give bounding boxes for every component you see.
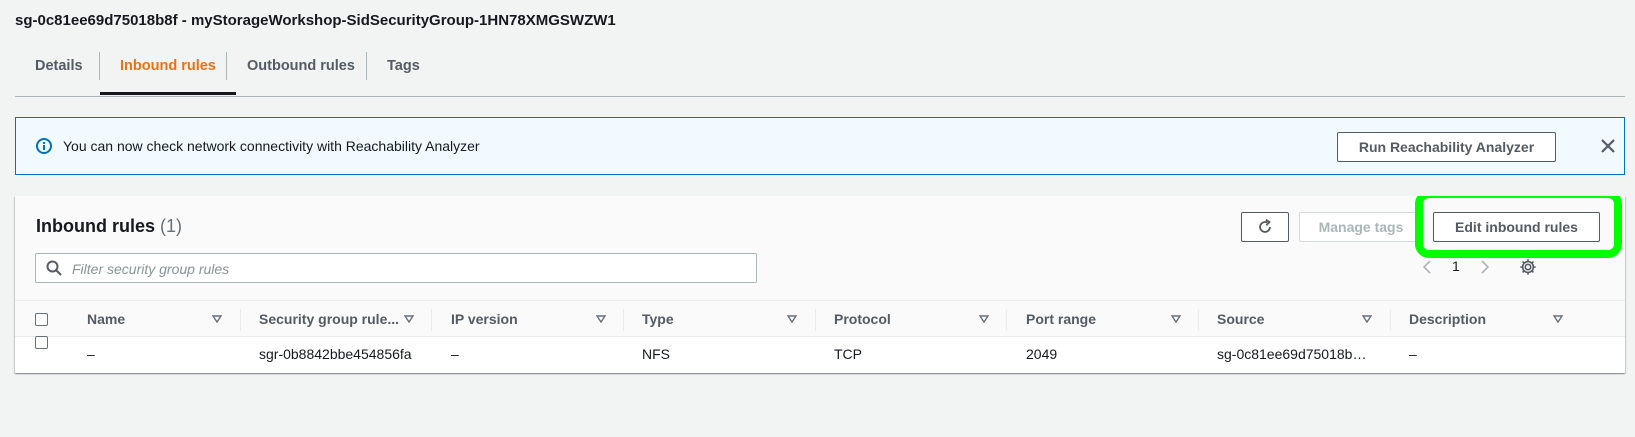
cell-protocol: TCP bbox=[834, 346, 862, 362]
run-reachability-analyzer-button[interactable]: Run Reachability Analyzer bbox=[1337, 132, 1556, 162]
sort-icon[interactable] bbox=[596, 315, 606, 323]
page-title: sg-0c81ee69d75018b8f - myStorageWorkshop… bbox=[15, 12, 616, 29]
tab-bar: Details Inbound rules Outbound rules Tag… bbox=[15, 50, 1625, 97]
gear-icon[interactable] bbox=[1519, 258, 1537, 276]
panel-title: Inbound rules (1) bbox=[36, 216, 182, 237]
column-header-type[interactable]: Type bbox=[642, 301, 674, 337]
refresh-icon bbox=[1259, 219, 1271, 233]
column-header-description[interactable]: Description bbox=[1409, 301, 1486, 337]
edit-inbound-rules-button[interactable]: Edit inbound rules bbox=[1433, 212, 1600, 242]
column-header-rule-id[interactable]: Security group rule... bbox=[259, 301, 399, 337]
tab-outbound-rules[interactable]: Outbound rules bbox=[227, 50, 375, 95]
column-divider bbox=[1006, 309, 1007, 331]
manage-tags-button[interactable]: Manage tags bbox=[1299, 212, 1423, 242]
cell-rule-id: sgr-0b8842bbe454856fa bbox=[259, 346, 412, 362]
column-divider bbox=[240, 309, 241, 331]
tab-details[interactable]: Details bbox=[15, 50, 103, 95]
sort-icon[interactable] bbox=[1553, 315, 1563, 323]
page-number[interactable]: 1 bbox=[1452, 258, 1460, 274]
filter-input[interactable] bbox=[70, 257, 744, 281]
info-banner: You can now check network connectivity w… bbox=[15, 117, 1625, 175]
sort-icon[interactable] bbox=[787, 315, 797, 323]
cell-ip-version: – bbox=[451, 346, 459, 362]
panel-title-text: Inbound rules bbox=[36, 216, 155, 236]
column-header-source[interactable]: Source bbox=[1217, 301, 1264, 337]
info-icon bbox=[36, 138, 52, 154]
row-checkbox[interactable] bbox=[35, 336, 48, 349]
rule-count: (1) bbox=[160, 216, 183, 236]
filter-box bbox=[35, 253, 757, 283]
banner-message: You can now check network connectivity w… bbox=[63, 138, 480, 154]
tab-inbound-rules[interactable]: Inbound rules bbox=[100, 50, 236, 95]
cell-description: – bbox=[1409, 346, 1417, 362]
table-header-row: Name Security group rule... IP version T… bbox=[15, 300, 1625, 337]
sort-icon[interactable] bbox=[404, 315, 414, 323]
column-header-protocol[interactable]: Protocol bbox=[834, 301, 891, 337]
column-header-ip-version[interactable]: IP version bbox=[451, 301, 518, 337]
inbound-rules-panel: Inbound rules (1) Manage tags Edit inbou… bbox=[15, 196, 1625, 373]
close-icon[interactable] bbox=[1598, 136, 1618, 156]
cell-name: – bbox=[87, 346, 95, 362]
column-divider bbox=[431, 309, 432, 331]
cell-port-range: 2049 bbox=[1026, 346, 1058, 362]
column-divider bbox=[1198, 309, 1199, 331]
search-icon bbox=[46, 260, 62, 276]
next-page-icon[interactable] bbox=[1480, 260, 1490, 274]
previous-page-icon[interactable] bbox=[1422, 260, 1432, 274]
column-header-name[interactable]: Name bbox=[87, 301, 125, 337]
column-divider bbox=[815, 309, 816, 331]
cell-source[interactable]: sg-0c81ee69d75018b… bbox=[1217, 337, 1366, 371]
refresh-button[interactable] bbox=[1241, 212, 1289, 242]
cell-type: NFS bbox=[642, 346, 670, 362]
sort-icon[interactable] bbox=[212, 315, 222, 323]
tab-tags[interactable]: Tags bbox=[367, 50, 440, 95]
column-header-port-range[interactable]: Port range bbox=[1026, 301, 1096, 337]
sort-icon[interactable] bbox=[1171, 315, 1181, 323]
column-divider bbox=[1390, 309, 1391, 331]
sort-icon[interactable] bbox=[979, 315, 989, 323]
select-all-checkbox[interactable] bbox=[35, 313, 48, 326]
sort-icon[interactable] bbox=[1362, 315, 1372, 323]
column-divider bbox=[623, 309, 624, 331]
